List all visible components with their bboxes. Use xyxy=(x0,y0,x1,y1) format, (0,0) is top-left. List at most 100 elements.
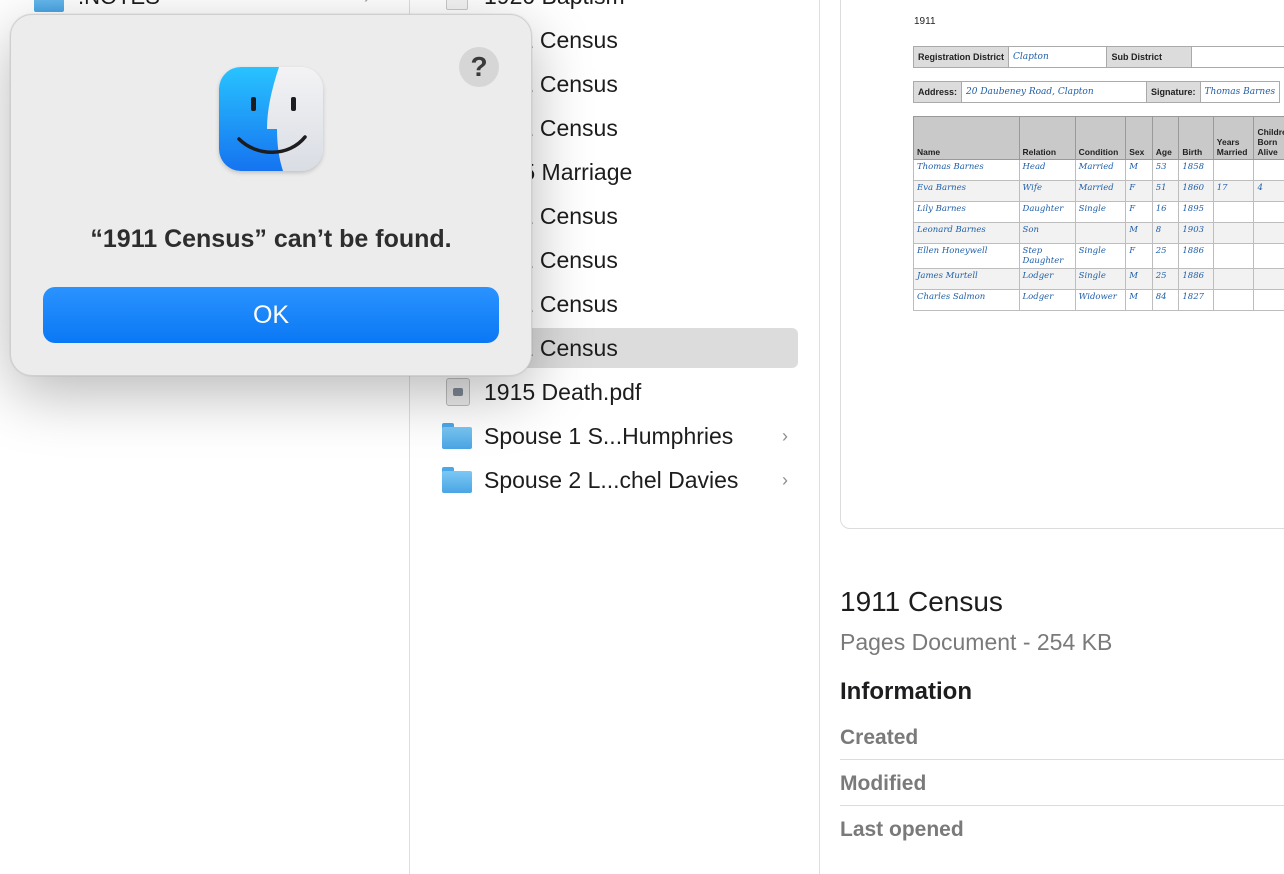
census-cell xyxy=(1253,222,1284,244)
census-cell: Widower xyxy=(1074,289,1127,311)
folder-icon xyxy=(442,467,472,493)
preview-year: 1911 xyxy=(914,16,936,27)
alert-dialog: ? “1911 Census” can’t be found. OK xyxy=(10,14,532,376)
census-cell: 16 xyxy=(1151,201,1180,223)
census-row: Ellen Honeywell Step Daughter Single F 25 188… xyxy=(913,243,1284,269)
signature-value: Thomas Barnes xyxy=(1199,81,1281,103)
info-row-label: Created xyxy=(840,726,919,749)
census-row: Lily Barnes Daughter Single F 16 1895 xyxy=(913,201,1284,223)
folder-icon xyxy=(34,0,64,12)
registration-district-value: Clapton xyxy=(1008,46,1108,68)
census-cell: Eva Barnes xyxy=(913,180,1020,202)
file-row[interactable]: 1915 Death.pdf xyxy=(442,372,798,412)
info-row-label: Modified xyxy=(840,772,927,795)
census-cell: Lodger xyxy=(1018,289,1076,311)
chevron-right-icon: › xyxy=(364,0,370,8)
census-cell: 17 xyxy=(1212,180,1255,202)
help-button[interactable]: ? xyxy=(459,47,499,87)
census-column-header: Children Born Alive xyxy=(1253,116,1284,160)
census-cell xyxy=(1212,268,1255,290)
census-cell: Lodger xyxy=(1018,268,1076,290)
address-table: Address: 20 Daubeney Road, Clapton Signa… xyxy=(912,81,1281,103)
census-column-header: Relation xyxy=(1018,116,1076,160)
census-cell: 25 xyxy=(1151,268,1180,290)
census-cell: Lily Barnes xyxy=(913,201,1020,223)
document-icon xyxy=(446,0,468,10)
census-cell: James Murtell xyxy=(913,268,1020,290)
info-heading: Information xyxy=(840,678,972,705)
census-cell: Thomas Barnes xyxy=(913,159,1020,181)
census-cell: F xyxy=(1125,243,1153,269)
census-cell: 4 xyxy=(1253,180,1284,202)
census-cell xyxy=(1212,222,1255,244)
preview-column: 1911 Registration District Clapton Sub D… xyxy=(820,0,1284,874)
census-cell: Leonard Barnes xyxy=(913,222,1020,244)
notes-folder-label: .NOTES xyxy=(78,0,160,10)
file-row-label: 1915 Death.pdf xyxy=(484,378,642,405)
census-column-header: Condition xyxy=(1074,116,1127,160)
census-cell: M xyxy=(1125,222,1153,244)
census-column-header: Birth xyxy=(1178,116,1214,160)
info-title: 1911 Census xyxy=(840,586,1003,617)
census-column-header: Age xyxy=(1151,116,1180,160)
census-cell: 84 xyxy=(1151,289,1180,311)
census-row: Eva Barnes Wife Married F 51 1860 17 4 xyxy=(913,180,1284,202)
census-cell xyxy=(1253,201,1284,223)
census-cell: Head xyxy=(1018,159,1076,181)
census-cell: Ellen Honeywell xyxy=(913,243,1020,269)
census-cell: Charles Salmon xyxy=(913,289,1020,311)
census-row: James Murtell Lodger Single M 25 1886 xyxy=(913,268,1284,290)
info-row-modified: Modified xyxy=(840,760,1284,806)
sub-district-label: Sub District xyxy=(1106,46,1192,68)
file-row[interactable]: Spouse 2 L...chel Davies › xyxy=(442,460,798,500)
alert-message: “1911 Census” can’t be found. xyxy=(90,225,452,253)
census-cell: Son xyxy=(1018,222,1076,244)
census-table: Name Relation Condition Sex Age Birth Years Ma… xyxy=(913,116,1284,311)
census-cell: Step Daughter xyxy=(1018,243,1076,269)
census-cell xyxy=(1253,289,1284,311)
chevron-right-icon: › xyxy=(782,469,788,490)
info-kind: Pages Document - 254 KB xyxy=(840,629,1113,655)
census-cell: M xyxy=(1125,289,1153,311)
census-cell xyxy=(1253,243,1284,269)
census-cell: 1860 xyxy=(1178,180,1214,202)
census-cell: 51 xyxy=(1151,180,1180,202)
census-cell: 1895 xyxy=(1178,201,1214,223)
census-row: Charles Salmon Lodger Widower M 84 1827 xyxy=(913,289,1284,311)
census-cell: Daughter xyxy=(1018,201,1076,223)
notes-folder-row[interactable]: .NOTES › xyxy=(34,0,370,12)
census-cell xyxy=(1212,159,1255,181)
census-cell: F xyxy=(1125,201,1153,223)
sub-district-value xyxy=(1190,46,1284,68)
census-cell: 25 xyxy=(1151,243,1180,269)
file-row[interactable]: Spouse 1 S...Humphries › xyxy=(442,416,798,456)
chevron-right-icon: › xyxy=(782,425,788,446)
pdf-icon xyxy=(446,378,470,406)
census-cell: M xyxy=(1125,268,1153,290)
census-column-header: Sex xyxy=(1125,116,1153,160)
census-column-header: Name xyxy=(913,116,1020,160)
registration-district-label: Registration District xyxy=(912,46,1010,68)
census-cell: 1827 xyxy=(1178,289,1214,311)
census-cell: Married xyxy=(1074,180,1127,202)
file-row-label: Spouse 1 S...Humphries xyxy=(484,422,734,449)
finder-icon xyxy=(219,67,323,171)
file-row-label: Spouse 2 L...chel Davies xyxy=(484,466,739,493)
registration-table: Registration District Clapton Sub Distri… xyxy=(912,46,1284,68)
census-row: Leonard Barnes Son M 8 1903 xyxy=(913,222,1284,244)
document-preview[interactable]: 1911 Registration District Clapton Sub D… xyxy=(840,0,1284,529)
census-cell: 53 xyxy=(1151,159,1180,181)
info-row-label: Last opened xyxy=(840,818,964,841)
address-label: Address: xyxy=(912,81,963,103)
census-cell: Married xyxy=(1074,159,1127,181)
census-cell: 1903 xyxy=(1178,222,1214,244)
census-cell xyxy=(1212,201,1255,223)
file-row-label: 1920 Baptism xyxy=(484,0,625,10)
ok-button[interactable]: OK xyxy=(43,287,499,343)
census-cell: Single xyxy=(1074,201,1127,223)
census-cell: Single xyxy=(1074,268,1127,290)
census-cell: 8 xyxy=(1151,222,1180,244)
census-cell xyxy=(1074,222,1127,244)
info-row-last-opened: Last opened xyxy=(840,806,1284,852)
census-column-header: Years Married xyxy=(1212,116,1255,160)
